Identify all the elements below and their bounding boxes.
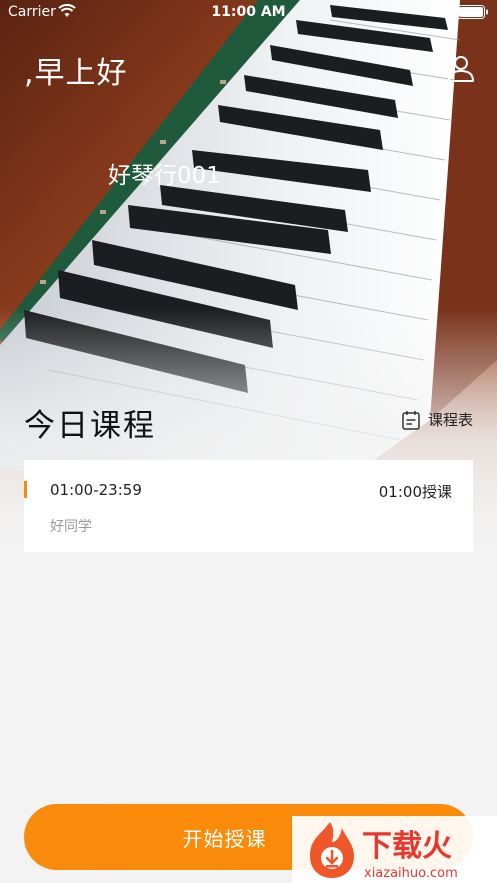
course-student: 好同学: [50, 519, 92, 535]
status-bar: Carrier 11:00 AM: [0, 0, 497, 24]
schedule-button[interactable]: 课程表: [402, 409, 473, 430]
course-status: 01:00授课: [378, 483, 452, 501]
course-time: 01:00-23:59: [50, 481, 142, 499]
watermark-logo: 下载火 xiazaihuo.com: [310, 822, 458, 881]
start-teaching-label: 开始授课: [182, 826, 267, 851]
greeting-text: ,早上好: [24, 56, 128, 91]
schedule-label: 课程表: [427, 411, 473, 429]
status-time: 11:00 AM: [211, 4, 286, 20]
today-courses-title: 今日课程: [24, 408, 156, 444]
course-card[interactable]: 01:00-23:59 01:00授课 好同学: [24, 460, 473, 552]
watermark-brand: 下载火: [362, 829, 452, 864]
course-accent-bar: [24, 481, 27, 498]
battery-icon: [457, 5, 488, 19]
watermark-url: xiazaihuo.com: [364, 866, 458, 881]
school-name: 好琴行001: [108, 163, 221, 189]
watermark: 下载火 xiazaihuo.com: [292, 816, 497, 883]
user-icon[interactable]: [447, 54, 475, 84]
calendar-icon: [402, 410, 420, 430]
